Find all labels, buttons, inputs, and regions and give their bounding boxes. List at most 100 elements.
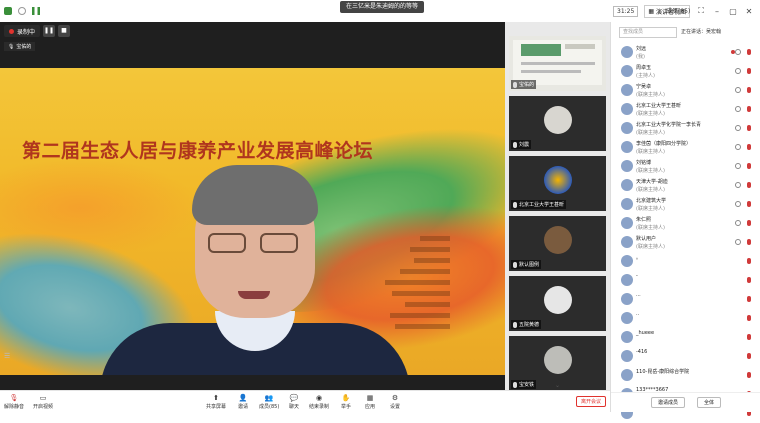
participant-name: 天津大学-胡迪: [636, 179, 668, 185]
video-tile[interactable]: 北京工业大学王甚昕: [509, 156, 606, 211]
status-icons: [4, 7, 40, 15]
participant-row[interactable]: 李佳茵（康阳四分学院） (联席主持人): [611, 138, 760, 157]
mic-muted-icon[interactable]: [747, 239, 751, 245]
participant-row[interactable]: ..: [611, 309, 760, 328]
mic-icon: [513, 321, 517, 328]
participant-row[interactable]: -: [611, 271, 760, 290]
unmute-button[interactable]: 🎙 解除静音: [4, 393, 24, 411]
mic-muted-icon[interactable]: [747, 106, 751, 112]
participants-button[interactable]: 👥 成员(85): [259, 393, 280, 411]
participant-row[interactable]: 北京建筑大学 (联席主持人): [611, 195, 760, 214]
video-tile[interactable]: 刘震: [509, 96, 606, 151]
search-input[interactable]: 查找成员: [619, 27, 677, 38]
info-icon[interactable]: [18, 7, 26, 15]
fullscreen-icon[interactable]: ⛶: [696, 6, 706, 16]
invite-toolbar-button[interactable]: 👤 邀请: [238, 393, 248, 411]
participants-label: 成员(85): [259, 404, 280, 410]
eye-icon[interactable]: [735, 220, 741, 226]
mic-muted-icon[interactable]: [747, 220, 751, 226]
participant-role: (联席主持人): [636, 92, 665, 98]
eye-icon[interactable]: [735, 182, 741, 188]
participant-role: (联席主持人): [636, 206, 665, 212]
participant-row[interactable]: 刘远 (我): [611, 43, 760, 62]
mic-muted-icon[interactable]: [747, 353, 751, 359]
eye-icon[interactable]: [735, 49, 741, 55]
avatar: [621, 236, 633, 248]
tile-name: 刘震: [519, 142, 530, 148]
participant-row[interactable]: 。: [611, 252, 760, 271]
start-video-button[interactable]: ▭ 开启视频: [33, 393, 54, 411]
participant-row[interactable]: 默认用户 (联席主持人): [611, 233, 760, 252]
participant-row[interactable]: -416: [611, 347, 760, 366]
strip-scroll-down-icon[interactable]: ⌄: [555, 382, 560, 389]
participant-row[interactable]: ...: [611, 290, 760, 309]
avatar: [621, 46, 633, 58]
eye-icon[interactable]: [735, 125, 741, 131]
eye-icon[interactable]: [735, 106, 741, 112]
mic-muted-icon[interactable]: [747, 49, 751, 55]
settings-button[interactable]: ⚙ 设置: [390, 393, 400, 411]
mic-muted-icon[interactable]: [747, 258, 751, 264]
leave-meeting-button[interactable]: 离开会议: [576, 396, 607, 407]
mic-muted-icon[interactable]: [747, 182, 751, 188]
invite-button[interactable]: 邀请成员: [650, 397, 685, 408]
chat-button[interactable]: 💬 聊天: [289, 393, 299, 411]
video-tile[interactable]: 五院黄德: [509, 276, 606, 331]
participant-row[interactable]: _hueee: [611, 328, 760, 347]
video-tile[interactable]: 宝佑的: [509, 36, 606, 91]
participant-row[interactable]: 朱仁照 (联席主持人): [611, 214, 760, 233]
mic-muted-icon[interactable]: [747, 144, 751, 150]
avatar: [544, 226, 572, 254]
main-video-area: 录制中 ❚❚ ■ 🎙 宝佑的 第二届生态人居与康养产业发展高峰论坛 ☰: [0, 22, 505, 390]
participant-name: 。: [636, 255, 642, 261]
video-tile[interactable]: 默认图例: [509, 216, 606, 271]
eye-icon[interactable]: [735, 239, 741, 245]
mic-muted-icon[interactable]: [747, 296, 751, 302]
tile-name: 宝安铁: [519, 382, 535, 388]
mic-muted-icon[interactable]: [747, 68, 751, 74]
avatar: [621, 255, 633, 267]
mic-muted-icon[interactable]: [747, 372, 751, 378]
minimize-icon[interactable]: –: [712, 7, 722, 16]
participant-row[interactable]: 天津大学-胡迪 (联席主持人): [611, 176, 760, 195]
raise-hand-button[interactable]: ✋ 举手: [341, 393, 352, 411]
mic-muted-icon[interactable]: [747, 87, 751, 93]
tile-name-tag: 五院黄德: [511, 320, 542, 329]
avatar: [621, 122, 633, 134]
participant-row[interactable]: 北京工业大学王甚昕 (联席主持人): [611, 100, 760, 119]
stop-recording-toolbar-button[interactable]: ◉ 结束录制: [309, 393, 329, 411]
mute-all-button[interactable]: 全体: [697, 397, 722, 408]
apps-button[interactable]: ▦ 应用: [365, 393, 375, 411]
mic-muted-icon[interactable]: [747, 334, 751, 340]
invite-icon: 👤: [238, 393, 248, 402]
maximize-icon[interactable]: ▢: [728, 7, 738, 16]
participant-role: (联席主持人): [636, 187, 665, 193]
participant-row[interactable]: 宁吴卓 (联席主持人): [611, 81, 760, 100]
meeting-title[interactable]: 在三亿米是朱迪姆的的等等: [340, 1, 425, 13]
start-video-label: 开启视频: [33, 404, 54, 410]
participant-row[interactable]: 刘铭博 (联席主持人): [611, 157, 760, 176]
collapse-strip-icon[interactable]: ☰: [4, 352, 10, 360]
signal-icon: [32, 7, 40, 15]
mic-muted-icon[interactable]: [747, 125, 751, 131]
mic-muted-icon[interactable]: [747, 201, 751, 207]
stop-recording-button[interactable]: ■: [58, 25, 71, 37]
eye-icon[interactable]: [735, 87, 741, 93]
pause-recording-button[interactable]: ❚❚: [43, 25, 56, 37]
share-screen-button[interactable]: ⬆ 共享屏幕: [206, 393, 226, 411]
close-icon[interactable]: ✕: [744, 7, 754, 16]
mic-muted-icon[interactable]: [747, 163, 751, 169]
participant-row[interactable]: 北京工业大学化学院一李长青 (联席主持人): [611, 119, 760, 138]
avatar: [621, 84, 633, 96]
mic-muted-icon[interactable]: [747, 315, 751, 321]
mic-muted-icon[interactable]: [747, 277, 751, 283]
participant-row[interactable]: 周卓玉 (主持人): [611, 62, 760, 81]
eye-icon[interactable]: [735, 68, 741, 74]
eye-icon[interactable]: [735, 144, 741, 150]
eye-icon[interactable]: [735, 163, 741, 169]
raise-hand-label: 举手: [341, 404, 352, 410]
participant-row[interactable]: 110-昆岳-康阳综合学院: [611, 366, 760, 385]
eye-icon[interactable]: [735, 201, 741, 207]
gear-icon: ⚙: [391, 393, 399, 402]
mic-icon: 🎙: [8, 43, 15, 50]
